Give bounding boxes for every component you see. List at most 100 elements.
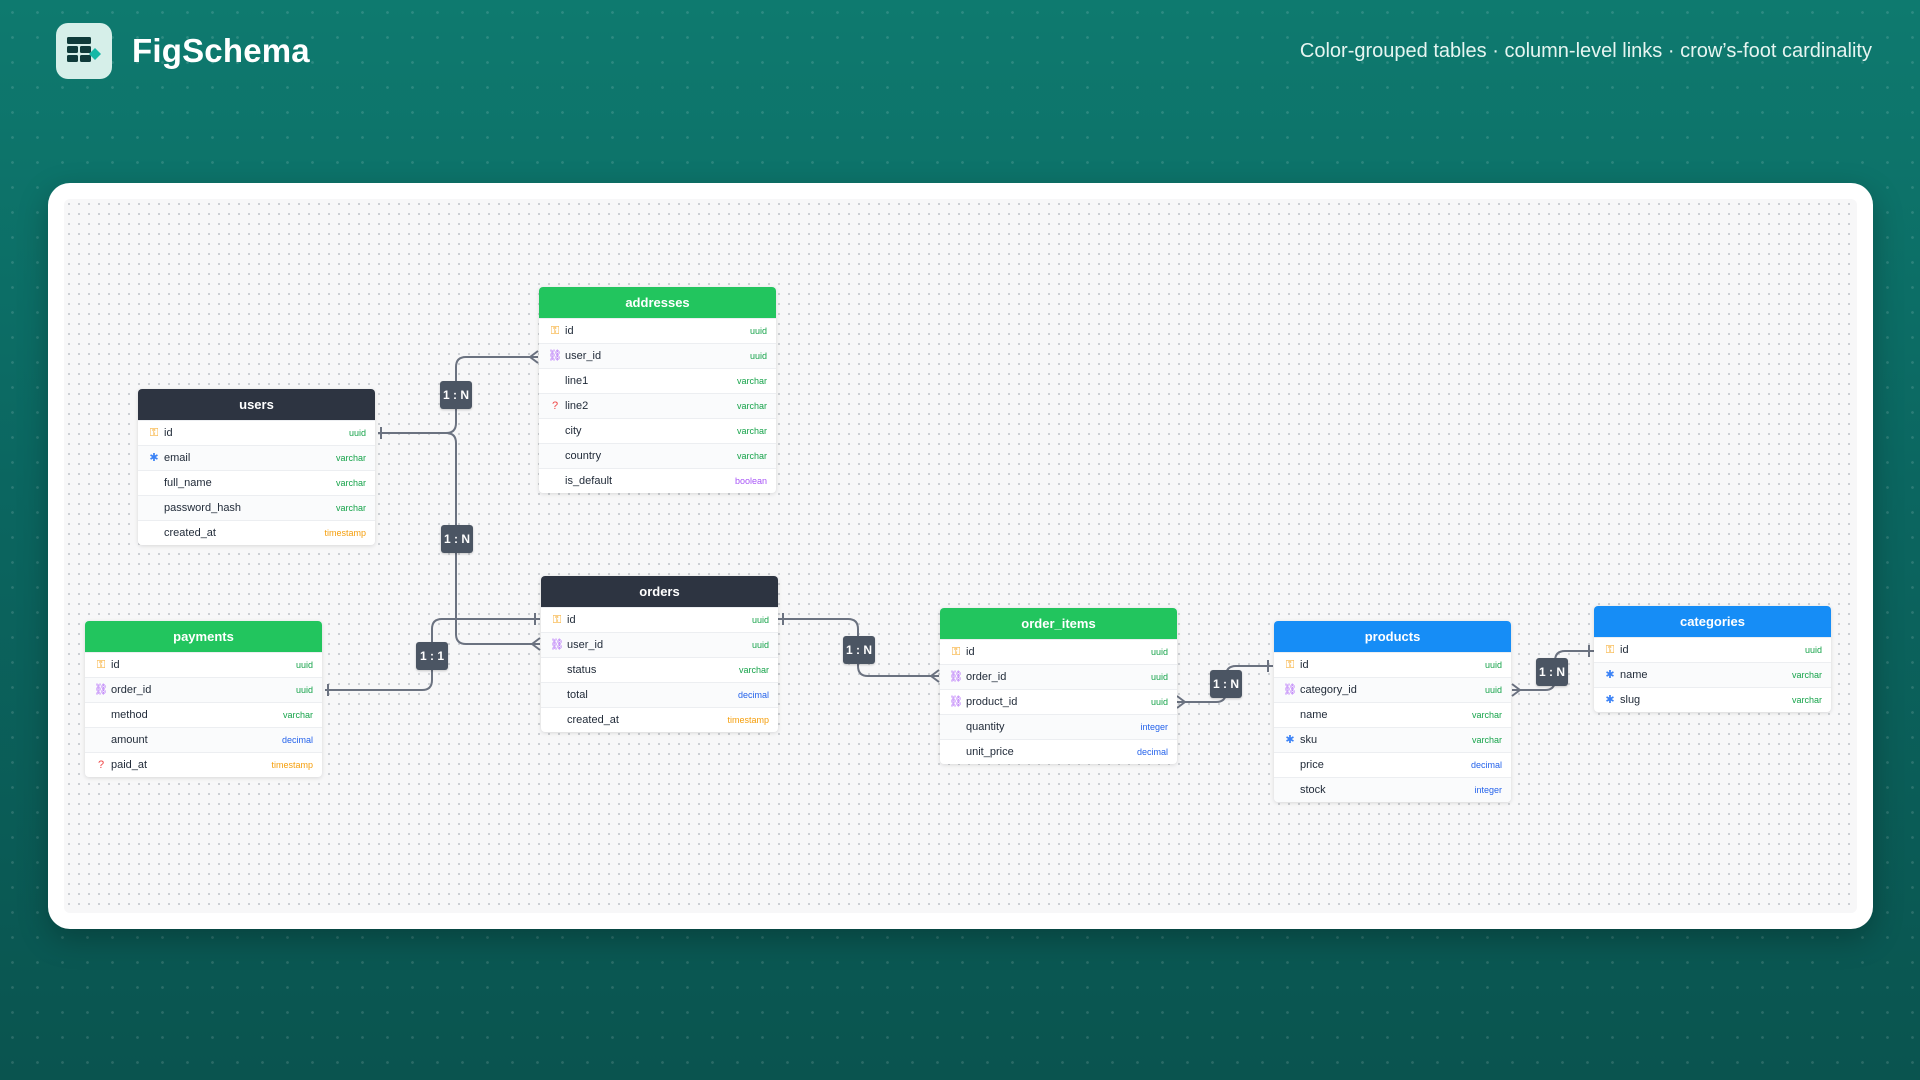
column-type: uuid [1150, 697, 1168, 707]
column-type: uuid [749, 351, 767, 361]
key-icon: ⚿ [1605, 643, 1615, 656]
table-header[interactable]: addresses [539, 287, 776, 318]
column-row[interactable]: full_name varchar [138, 470, 375, 495]
column-name: user_id [567, 639, 604, 651]
table-users[interactable]: users ⚿ id uuid ✱ email varchar full_name varcha… [138, 389, 375, 545]
table-orders[interactable]: orders ⚿ id uuid ⛓ user_id uuid status varchar to… [541, 576, 778, 732]
column-row[interactable]: ✱ slug varchar [1594, 687, 1831, 712]
column-row[interactable]: city varchar [539, 418, 776, 443]
column-row[interactable]: created_at timestamp [138, 520, 375, 545]
column-type: uuid [751, 640, 769, 650]
column-row[interactable]: ⚿ id uuid [85, 652, 322, 677]
table-categories[interactable]: categories ⚿ id uuid ✱ name varchar ✱ slug varcha… [1594, 606, 1831, 712]
table-products[interactable]: products ⚿ id uuid ⛓ category_id uuid name varch… [1274, 621, 1511, 802]
column-row[interactable]: is_default boolean [539, 468, 776, 493]
column-name: is_default [565, 475, 613, 487]
table-order-items[interactable]: order_items ⚿ id uuid ⛓ order_id uuid ⛓ product_… [940, 608, 1177, 764]
relation-label-orders-orderitems[interactable]: 1 : N [843, 636, 875, 664]
column-row[interactable]: quantity integer [940, 714, 1177, 739]
column-row[interactable]: ⚿ id uuid [940, 639, 1177, 664]
column-row[interactable]: price decimal [1274, 752, 1511, 777]
table-payments[interactable]: payments ⚿ id uuid ⛓ order_id uuid method varcha… [85, 621, 322, 777]
index-icon: ✱ [1285, 733, 1295, 746]
column-name: unit_price [966, 746, 1014, 758]
app-header: FigSchema Color-grouped tables · column-… [56, 22, 1872, 80]
column-type: varchar [1471, 710, 1502, 720]
app-logo[interactable] [56, 23, 112, 79]
column-name: city [565, 425, 582, 437]
table-header[interactable]: users [138, 389, 375, 420]
relation-label-users-addresses[interactable]: 1 : N [440, 381, 472, 409]
relation-label-orders-payments[interactable]: 1 : 1 [416, 642, 448, 670]
column-row[interactable]: ⚿ id uuid [138, 420, 375, 445]
column-row[interactable]: ⚿ id uuid [1274, 652, 1511, 677]
column-row[interactable]: ✱ name varchar [1594, 662, 1831, 687]
column-type: varchar [335, 453, 366, 463]
column-name: paid_at [111, 759, 148, 771]
column-type: integer [1474, 785, 1502, 795]
relation-label-products-orderitems[interactable]: 1 : N [1210, 670, 1242, 698]
column-name: created_at [567, 714, 619, 726]
table-header[interactable]: products [1274, 621, 1511, 652]
link-icon: ⛓ [548, 349, 562, 362]
key-icon: ⚿ [149, 426, 159, 439]
column-row[interactable]: method varchar [85, 702, 322, 727]
column-row[interactable]: ⛓ category_id uuid [1274, 677, 1511, 702]
column-row[interactable]: ⛓ order_id uuid [940, 664, 1177, 689]
table-header[interactable]: payments [85, 621, 322, 652]
table-header[interactable]: categories [1594, 606, 1831, 637]
table-header[interactable]: order_items [940, 608, 1177, 639]
column-name: quantity [966, 721, 1005, 733]
column-row[interactable]: unit_price decimal [940, 739, 1177, 764]
column-type: timestamp [271, 760, 313, 770]
column-row[interactable]: total decimal [541, 682, 778, 707]
column-row[interactable]: created_at timestamp [541, 707, 778, 732]
nullable-icon: ? [97, 758, 105, 771]
column-name: id [1620, 644, 1629, 656]
column-name: product_id [966, 696, 1018, 708]
column-row[interactable]: ✱ email varchar [138, 445, 375, 470]
table-header[interactable]: orders [541, 576, 778, 607]
column-row[interactable]: ⛓ product_id uuid [940, 689, 1177, 714]
column-name: category_id [1300, 684, 1357, 696]
column-type: varchar [736, 451, 767, 461]
column-type: varchar [1471, 735, 1502, 745]
column-type: timestamp [727, 715, 769, 725]
column-row[interactable]: status varchar [541, 657, 778, 682]
index-icon: ✱ [149, 451, 159, 464]
column-row[interactable]: ⛓ user_id uuid [541, 632, 778, 657]
column-name: id [966, 646, 975, 658]
column-row[interactable]: ⛓ order_id uuid [85, 677, 322, 702]
diagram-canvas[interactable] [48, 183, 1873, 929]
column-row[interactable]: name varchar [1274, 702, 1511, 727]
relation-label-users-orders[interactable]: 1 : N [441, 525, 473, 553]
column-name: name [1620, 669, 1648, 681]
column-type: varchar [282, 710, 313, 720]
column-name: line1 [565, 375, 589, 387]
column-name: created_at [164, 527, 216, 539]
diagram-grid [64, 199, 1857, 913]
column-row[interactable]: ⚿ id uuid [539, 318, 776, 343]
column-row[interactable]: amount decimal [85, 727, 322, 752]
column-type: decimal [1136, 747, 1168, 757]
column-row[interactable]: password_hash varchar [138, 495, 375, 520]
column-row[interactable]: stock integer [1274, 777, 1511, 802]
column-row[interactable]: ⚿ id uuid [541, 607, 778, 632]
column-row[interactable]: country varchar [539, 443, 776, 468]
column-type: varchar [736, 426, 767, 436]
column-type: uuid [1150, 672, 1168, 682]
column-name: order_id [111, 684, 152, 696]
column-row[interactable]: ? paid_at timestamp [85, 752, 322, 777]
relation-label-categories-products[interactable]: 1 : N [1536, 658, 1568, 686]
column-row[interactable]: line1 varchar [539, 368, 776, 393]
nullable-icon: ? [551, 399, 559, 412]
link-icon: ⛓ [949, 670, 963, 683]
column-type: timestamp [324, 528, 366, 538]
column-name: user_id [565, 350, 602, 362]
column-row[interactable]: ⛓ user_id uuid [539, 343, 776, 368]
column-row[interactable]: ✱ sku varchar [1274, 727, 1511, 752]
table-addresses[interactable]: addresses ⚿ id uuid ⛓ user_id uuid line1 varchar… [539, 287, 776, 493]
app-tagline: Color-grouped tables · column-level link… [1299, 39, 1872, 62]
column-row[interactable]: ? line2 varchar [539, 393, 776, 418]
column-row[interactable]: ⚿ id uuid [1594, 637, 1831, 662]
